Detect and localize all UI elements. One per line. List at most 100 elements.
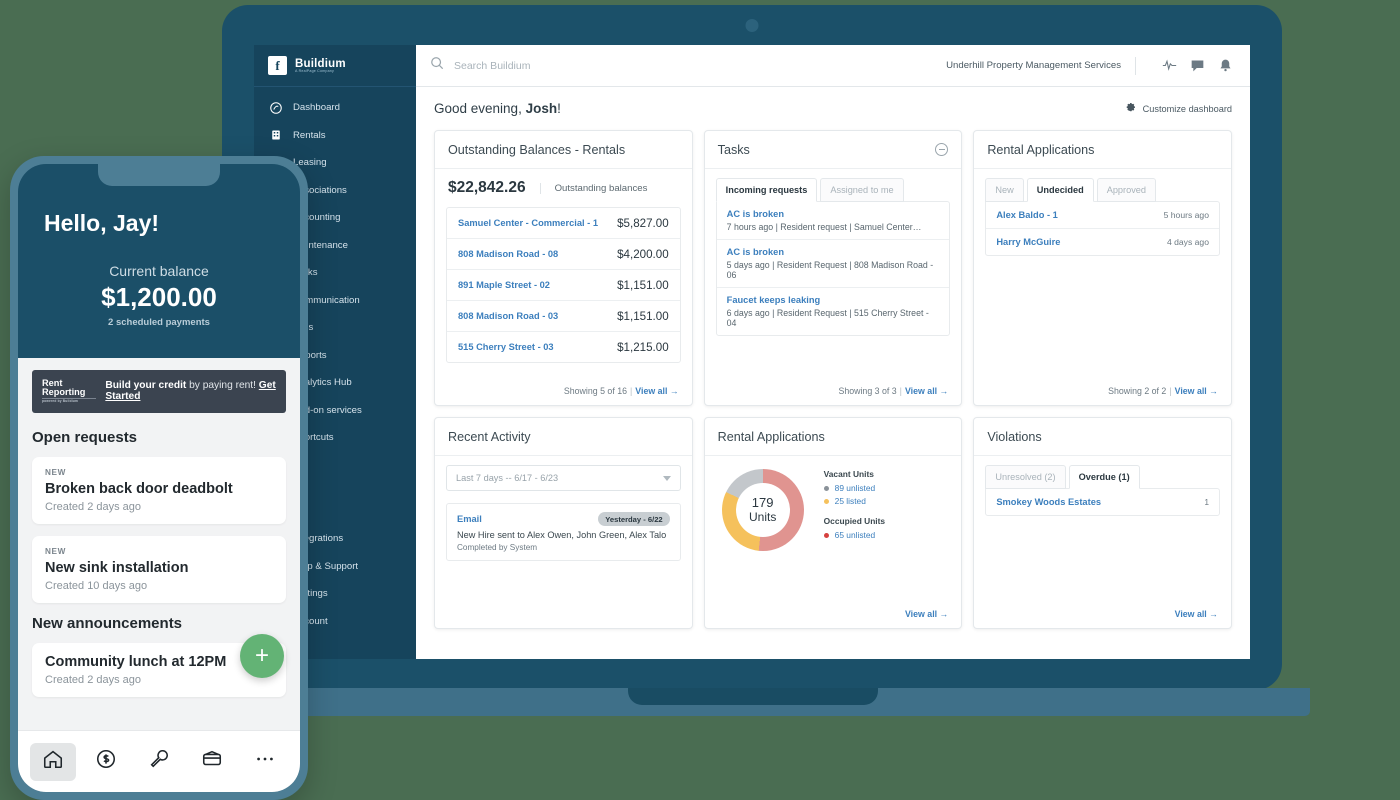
legend-group-title: Vacant Units [823, 469, 874, 479]
list-item[interactable]: AC is broken 7 hours ago | Resident requ… [716, 202, 950, 240]
sidebar-item-rentals[interactable]: Rentals [254, 122, 416, 150]
sidebar-item-dashboard[interactable]: Dashboard [254, 94, 416, 122]
list-item[interactable]: Faucet keeps leaking 6 days ago | Reside… [717, 288, 950, 335]
tab-unresolved[interactable]: Unresolved (2) [985, 465, 1066, 489]
card-body: Incoming requests Assigned to me AC is b… [705, 169, 962, 386]
card-header: Rental Applications [704, 418, 962, 456]
activity-item[interactable]: Email Yesterday - 6/22 New Hire sent to … [446, 503, 681, 561]
violations-panel: Smokey Woods Estates 1 [985, 488, 1220, 516]
card-body: $22,842.26 Outstanding balances Samuel C… [435, 169, 692, 386]
brand-logo[interactable]: f Buildium A RealPage Company [254, 45, 416, 87]
list-item[interactable]: Alex Baldo - 1 5 hours ago [986, 202, 1219, 229]
announcement-title: Community lunch at 12PM [45, 653, 227, 670]
main-area: Underhill Property Management Services G… [416, 45, 1250, 659]
chat-icon[interactable] [1188, 57, 1206, 75]
balance-property-link[interactable]: 808 Madison Road - 03 [458, 311, 558, 321]
table-row[interactable]: 808 Madison Road - 03 $1,151.00 [447, 301, 680, 332]
violation-link[interactable]: Smokey Woods Estates [996, 497, 1101, 507]
legend-item[interactable]: 65 unlisted [823, 530, 885, 540]
legend-item[interactable]: 89 unlisted [823, 483, 885, 493]
activity-icon[interactable] [1160, 57, 1178, 75]
card-header: Violations [974, 418, 1231, 456]
chart-legend: Vacant Units 89 unlisted 25 listed Occup… [823, 469, 885, 550]
card-title: Violations [987, 429, 1042, 444]
tab-account-card[interactable] [189, 743, 235, 781]
balance-property-link[interactable]: Samuel Center - Commercial - 1 [458, 218, 598, 228]
table-row[interactable]: Samuel Center - Commercial - 1 $5,827.00 [447, 208, 680, 239]
collapse-icon[interactable] [935, 143, 949, 156]
tab-maintenance[interactable] [136, 743, 182, 781]
buildium-app: f Buildium A RealPage Company Dashboard … [254, 45, 1250, 659]
topbar-divider [1135, 56, 1136, 75]
rent-reporting-subtitle: powered by Buildium [42, 398, 97, 403]
activity-type-link[interactable]: Email [457, 514, 482, 524]
balance-amount: $1,151.00 [617, 309, 669, 323]
card-footer: Showing 2 of 2 | View all → [974, 386, 1231, 405]
phone-balance-label: Current balance [109, 263, 209, 279]
task-title-link[interactable]: Faucet keeps leaking [727, 295, 940, 305]
rent-reporting-label: Rent Reporting powered by Buildium [42, 378, 97, 404]
laptop-mockup: f Buildium A RealPage Company Dashboard … [222, 5, 1282, 690]
balance-property-link[interactable]: 808 Madison Road - 08 [458, 249, 558, 259]
search-container[interactable] [430, 56, 946, 75]
organization-name: Underhill Property Management Services [946, 60, 1121, 71]
card-tasks: Tasks Incoming requests Assigned to me A… [703, 130, 963, 406]
applicant-link[interactable]: Alex Baldo - 1 [996, 210, 1057, 220]
view-all-link[interactable]: View all → [905, 609, 948, 619]
rent-reporting-message: Build your credit by paying rent! Get St… [105, 380, 276, 402]
list-item[interactable]: NEW New sink installation Created 10 day… [32, 535, 286, 603]
customize-dashboard-button[interactable]: Customize dashboard [1124, 102, 1232, 116]
card-footer: View all → [705, 609, 962, 628]
tab-undecided[interactable]: Undecided [1026, 178, 1094, 202]
task-title-link[interactable]: AC is broken [727, 247, 940, 257]
tab-home[interactable] [29, 742, 76, 781]
showing-count: Showing 5 of 16 [563, 386, 627, 396]
gear-icon [1124, 102, 1136, 116]
add-button[interactable]: + [240, 634, 284, 678]
balance-property-link[interactable]: 515 Cherry Street - 03 [458, 342, 554, 352]
view-all-link[interactable]: View all → [1175, 386, 1218, 396]
card-title: Recent Activity [448, 429, 531, 444]
balance-property-link[interactable]: 891 Maple Street - 02 [458, 280, 550, 290]
tab-more[interactable] [242, 743, 288, 781]
balance-summary: $22,842.26 Outstanding balances [446, 178, 681, 207]
tab-new[interactable]: New [985, 178, 1024, 202]
task-title-link[interactable]: AC is broken [727, 209, 940, 219]
list-item[interactable]: Smokey Woods Estates 1 [986, 489, 1219, 515]
list-item[interactable]: Harry McGuire 4 days ago [986, 229, 1219, 255]
activity-header: Email Yesterday - 6/22 [457, 512, 670, 526]
card-header: Recent Activity [435, 418, 692, 456]
footer-separator: | [1169, 386, 1172, 396]
view-all-link[interactable]: View all → [635, 386, 678, 396]
request-title: New sink installation [45, 559, 189, 576]
units-chart: 179 Units Vacant Units 89 unlisted 25 li… [716, 465, 951, 551]
tab-approved[interactable]: Approved [1096, 178, 1157, 202]
card-header: Tasks [704, 131, 962, 169]
tab-incoming-requests[interactable]: Incoming requests [715, 178, 818, 202]
bell-icon[interactable] [1216, 57, 1234, 75]
tab-overdue[interactable]: Overdue (1) [1068, 465, 1140, 489]
table-row[interactable]: 891 Maple Street - 02 $1,151.00 [447, 270, 680, 301]
tab-assigned-to-me[interactable]: Assigned to me [820, 178, 904, 202]
laptop-base-notch [627, 688, 878, 705]
rent-reporting-rest: by paying rent! [186, 380, 259, 392]
legend-item[interactable]: 25 listed [823, 496, 885, 506]
table-row[interactable]: 515 Cherry Street - 03 $1,215.00 [447, 332, 680, 362]
view-all-link[interactable]: View all → [1175, 609, 1218, 619]
rent-reporting-banner[interactable]: Rent Reporting powered by Buildium Build… [32, 370, 286, 413]
balances-list: Samuel Center - Commercial - 1 $5,827.00… [446, 207, 681, 363]
card-body: Last 7 days -- 6/17 - 6/23 Email Yesterd… [435, 456, 692, 609]
activity-description: New Hire sent to Alex Owen, John Green, … [457, 530, 667, 540]
status-badge: NEW [45, 546, 66, 556]
list-item[interactable]: NEW Broken back door deadbolt Created 2 … [32, 456, 286, 524]
view-all-link[interactable]: View all → [905, 386, 948, 396]
table-row[interactable]: 808 Madison Road - 08 $4,200.00 [447, 239, 680, 270]
card-title: Tasks [717, 142, 750, 157]
tab-payments[interactable] [83, 743, 129, 781]
activity-date-badge: Yesterday - 6/22 [598, 512, 670, 526]
list-item[interactable]: AC is broken 5 days ago | Resident Reque… [716, 240, 950, 288]
date-range-select[interactable]: Last 7 days -- 6/17 - 6/23 [446, 465, 681, 491]
balance-amount: $4,200.00 [617, 247, 669, 261]
applicant-link[interactable]: Harry McGuire [996, 237, 1060, 247]
search-input[interactable] [454, 59, 714, 72]
